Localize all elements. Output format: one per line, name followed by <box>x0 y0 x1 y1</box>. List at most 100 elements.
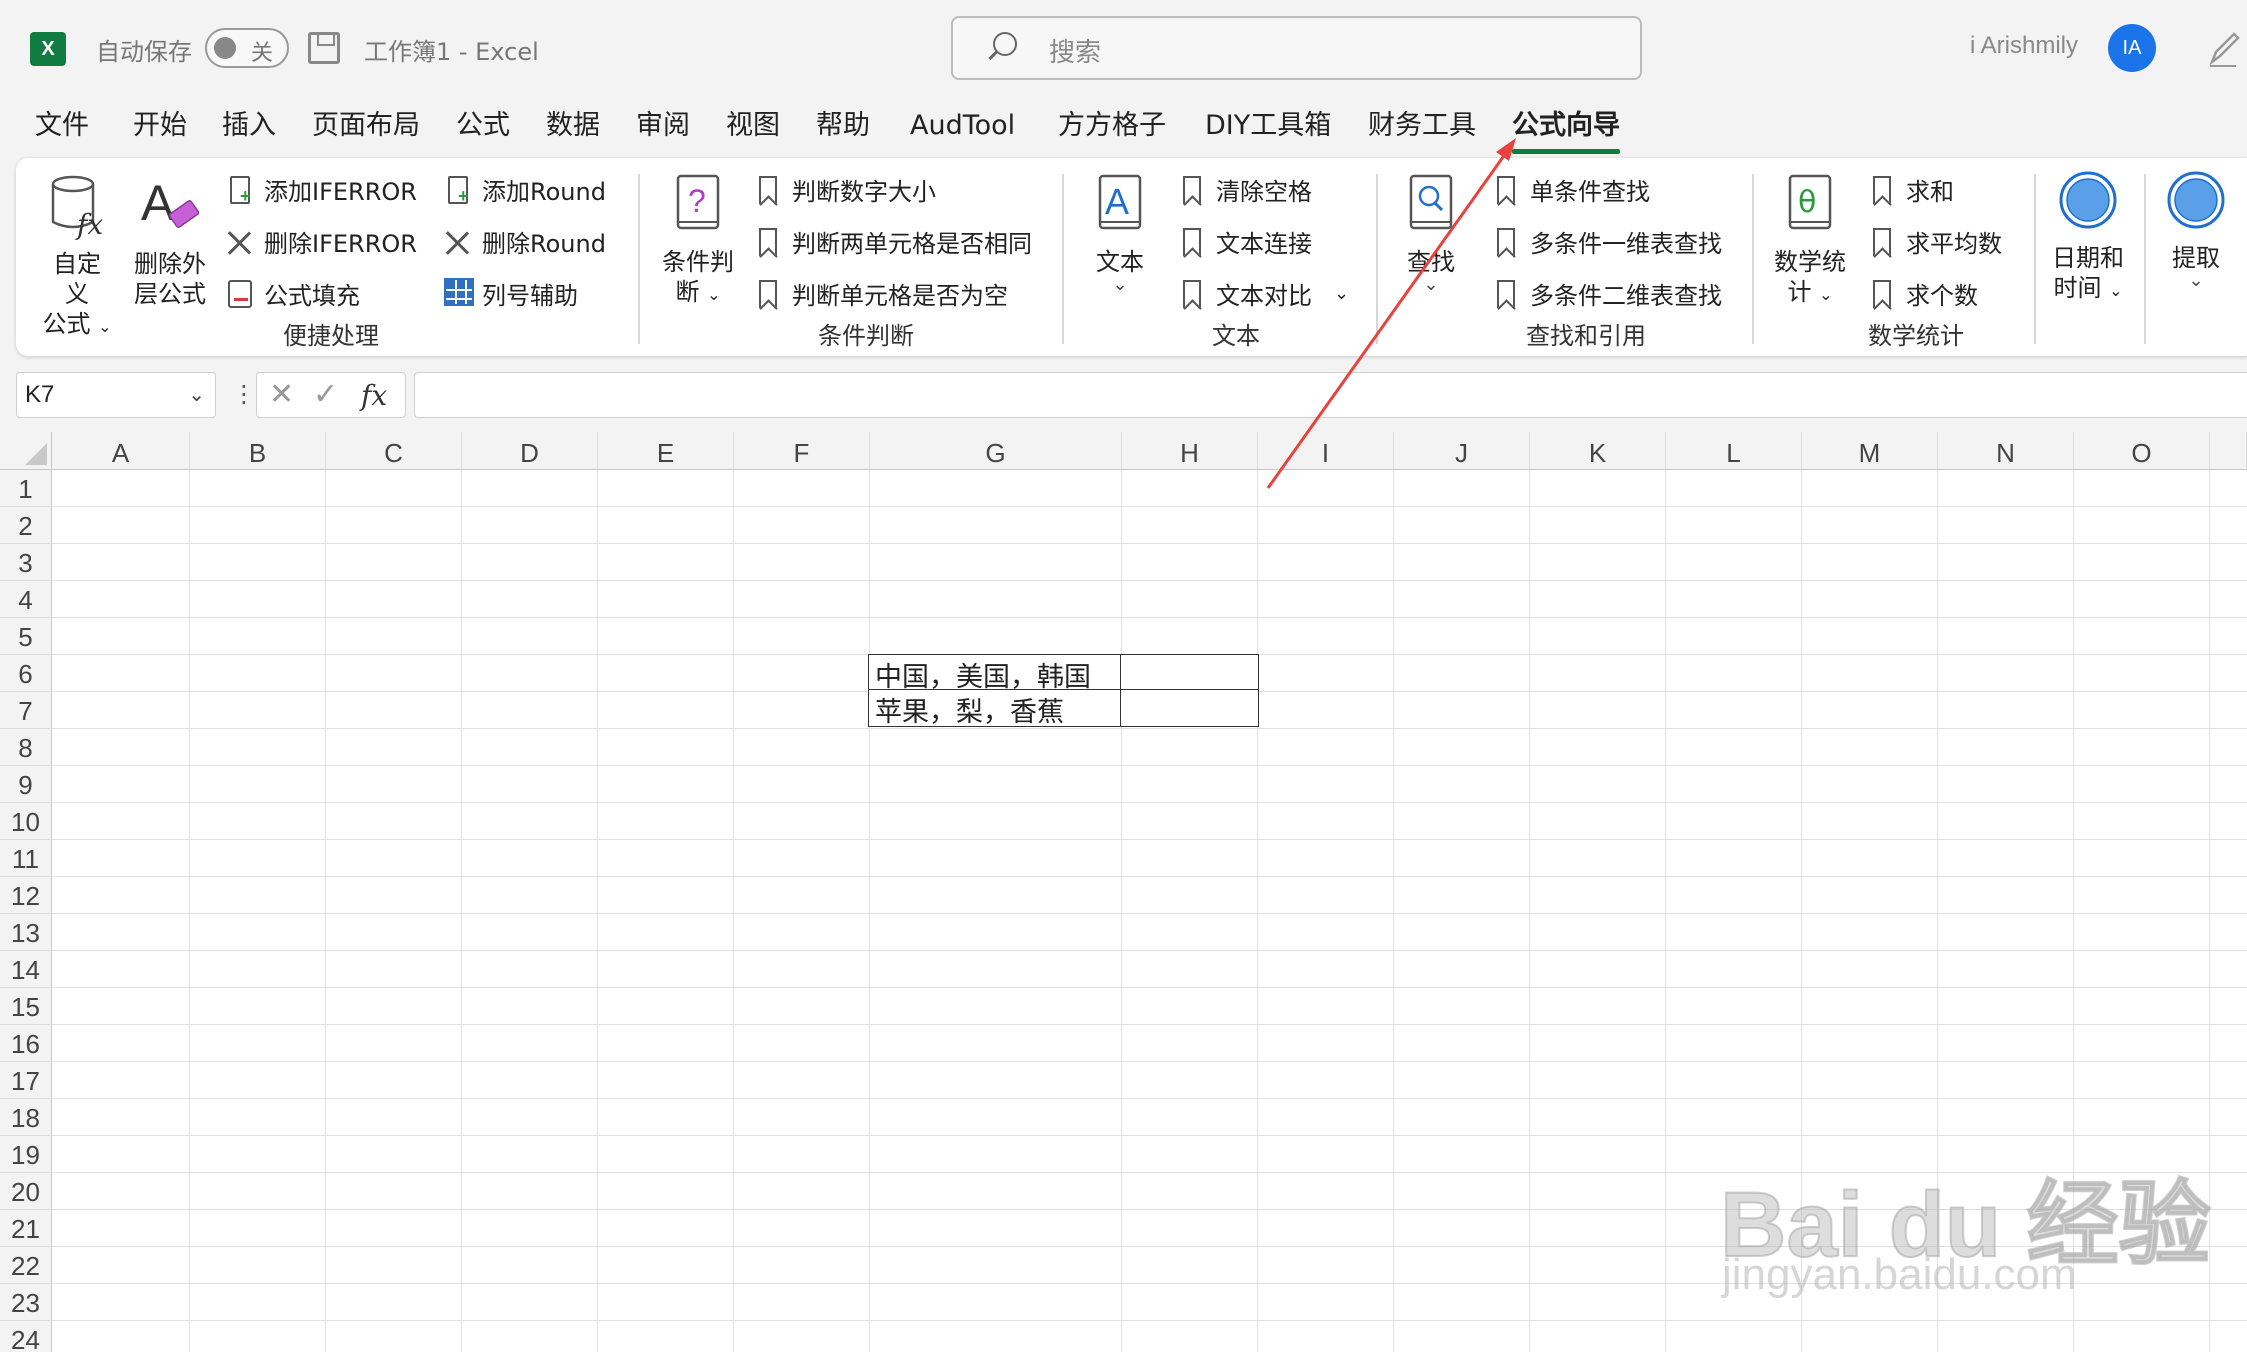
column-header-B[interactable]: B <box>190 432 326 470</box>
tab-fangfang[interactable]: 方方格子 <box>1058 106 1166 150</box>
remove-round-button[interactable]: 删除Round <box>444 224 606 259</box>
date-time-button[interactable]: 日期和 时间 ⌄ <box>2046 170 2130 306</box>
column-header-D[interactable]: D <box>462 432 598 470</box>
row-header-2[interactable]: 2 <box>0 507 52 544</box>
lookup-button[interactable]: 查找 ⌄ <box>1396 174 1466 294</box>
more-options-icon[interactable]: ⋮ <box>232 380 256 408</box>
judge-number-size-button[interactable]: 判断数字大小 <box>754 172 936 207</box>
chevron-down-icon[interactable]: ⌄ <box>1334 283 1349 304</box>
confirm-icon[interactable]: ✓ <box>313 377 338 412</box>
row-header-8[interactable]: 8 <box>0 729 52 766</box>
column-header-partial[interactable] <box>2210 432 2247 470</box>
row-header-11[interactable]: 11 <box>0 840 52 877</box>
formula-fill-button[interactable]: 公式填充 <box>226 276 360 311</box>
row-header-22[interactable]: 22 <box>0 1247 52 1284</box>
row-header-9[interactable]: 9 <box>0 766 52 803</box>
row-header-20[interactable]: 20 <box>0 1173 52 1210</box>
autosave-toggle[interactable]: 关 <box>205 28 289 68</box>
tab-formulas[interactable]: 公式 <box>456 106 510 150</box>
condition-judge-button[interactable]: ? 条件判 断 ⌄ <box>656 174 740 310</box>
tab-view[interactable]: 视图 <box>726 106 780 150</box>
tab-home[interactable]: 开始 <box>133 106 187 150</box>
column-header-E[interactable]: E <box>598 432 734 470</box>
row-header-18[interactable]: 18 <box>0 1099 52 1136</box>
tab-finance[interactable]: 财务工具 <box>1368 106 1476 150</box>
save-icon[interactable] <box>308 32 340 64</box>
avatar[interactable]: IA <box>2108 24 2156 72</box>
column-header-N[interactable]: N <box>1938 432 2074 470</box>
row-header-3[interactable]: 3 <box>0 544 52 581</box>
tab-review[interactable]: 审阅 <box>636 106 690 150</box>
row-header-1[interactable]: 1 <box>0 470 52 507</box>
add-round-button[interactable]: 添加Round <box>444 172 606 207</box>
row-header-6[interactable]: 6 <box>0 655 52 692</box>
row-header-17[interactable]: 17 <box>0 1062 52 1099</box>
judge-cell-empty-button[interactable]: 判断单元格是否为空 <box>754 276 1008 311</box>
cell-H7[interactable] <box>1120 689 1259 727</box>
tab-diy[interactable]: DIY工具箱 <box>1205 106 1331 150</box>
custom-formula-button[interactable]: fx 自定义 公式 ⌄ <box>42 174 112 342</box>
row-header-19[interactable]: 19 <box>0 1136 52 1173</box>
row-header-16[interactable]: 16 <box>0 1025 52 1062</box>
count-button[interactable]: 求个数 <box>1868 276 1978 311</box>
column-header-C[interactable]: C <box>326 432 462 470</box>
remove-iferror-button[interactable]: 删除IFERROR <box>226 224 417 259</box>
select-all-corner[interactable] <box>0 432 52 470</box>
chevron-down-icon[interactable]: ⌄ <box>188 373 205 417</box>
text-compare-button[interactable]: 文本对比 ⌄ <box>1178 276 1349 311</box>
row-header-14[interactable]: 14 <box>0 951 52 988</box>
column-header-G[interactable]: G <box>870 432 1122 470</box>
text-button[interactable]: A 文本 ⌄ <box>1080 174 1160 294</box>
search-box[interactable]: 搜索 <box>951 16 1642 80</box>
sum-button[interactable]: 求和 <box>1868 172 1954 207</box>
column-header-K[interactable]: K <box>1530 432 1666 470</box>
tab-help[interactable]: 帮助 <box>816 106 870 150</box>
row-header-12[interactable]: 12 <box>0 877 52 914</box>
tab-file[interactable]: 文件 <box>35 106 89 150</box>
column-header-F[interactable]: F <box>734 432 870 470</box>
column-header-I[interactable]: I <box>1258 432 1394 470</box>
cell-G6[interactable]: 中国，美国，韩国 <box>868 654 1122 691</box>
row-header-23[interactable]: 23 <box>0 1284 52 1321</box>
add-iferror-button[interactable]: 添加IFERROR <box>226 172 417 207</box>
column-header-A[interactable]: A <box>52 432 190 470</box>
cell-H6[interactable] <box>1120 654 1259 691</box>
multi-condition-1d-lookup-button[interactable]: 多条件一维表查找 <box>1492 224 1722 259</box>
user-name[interactable]: i Arishmily <box>1970 32 2078 60</box>
row-header-7[interactable]: 7 <box>0 692 52 729</box>
name-box[interactable]: K7 ⌄ <box>16 372 216 418</box>
row-header-24[interactable]: 24 <box>0 1321 52 1352</box>
fx-icon[interactable]: fx <box>361 379 387 412</box>
row-header-15[interactable]: 15 <box>0 988 52 1025</box>
row-header-10[interactable]: 10 <box>0 803 52 840</box>
tab-data[interactable]: 数据 <box>546 106 600 150</box>
extract-button[interactable]: 提取 ⌄ <box>2158 170 2234 290</box>
column-header-M[interactable]: M <box>1802 432 1938 470</box>
column-header-O[interactable]: O <box>2074 432 2210 470</box>
column-header-H[interactable]: H <box>1122 432 1258 470</box>
row-header-4[interactable]: 4 <box>0 581 52 618</box>
clear-spaces-button[interactable]: 清除空格 <box>1178 172 1312 207</box>
tab-page-layout[interactable]: 页面布局 <box>312 106 420 150</box>
tab-formula-wizard[interactable]: 公式向导 <box>1512 106 1620 154</box>
pen-icon[interactable] <box>2206 28 2242 68</box>
row-header-5[interactable]: 5 <box>0 618 52 655</box>
text-join-button[interactable]: 文本连接 <box>1178 224 1312 259</box>
average-button[interactable]: 求平均数 <box>1868 224 2002 259</box>
row-header-21[interactable]: 21 <box>0 1210 52 1247</box>
remove-outer-label-2: 层公式 <box>134 280 206 308</box>
single-condition-lookup-button[interactable]: 单条件查找 <box>1492 172 1650 207</box>
tab-insert[interactable]: 插入 <box>222 106 276 150</box>
cancel-icon[interactable]: ✕ <box>269 377 294 412</box>
column-helper-button[interactable]: 列号辅助 <box>444 276 578 311</box>
math-stats-button[interactable]: θ 数学统 计 ⌄ <box>1768 174 1852 310</box>
column-header-J[interactable]: J <box>1394 432 1530 470</box>
column-header-L[interactable]: L <box>1666 432 1802 470</box>
multi-condition-2d-lookup-button[interactable]: 多条件二维表查找 <box>1492 276 1722 311</box>
judge-two-cells-same-button[interactable]: 判断两单元格是否相同 <box>754 224 1032 259</box>
row-header-13[interactable]: 13 <box>0 914 52 951</box>
remove-outer-formula-button[interactable]: A 删除外 层公式 <box>130 174 210 309</box>
cell-G7[interactable]: 苹果，梨，香蕉 <box>868 689 1122 727</box>
formula-input[interactable] <box>414 372 2247 418</box>
tab-audtool[interactable]: AudTool <box>910 106 1015 150</box>
